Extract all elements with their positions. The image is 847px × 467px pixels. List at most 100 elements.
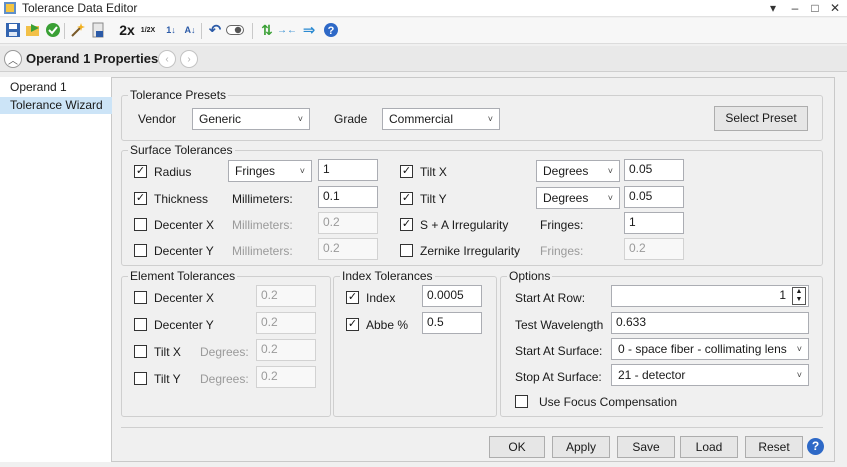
element-decenter-x-checkbox[interactable] <box>134 291 147 304</box>
minimize-button[interactable]: – <box>786 0 804 17</box>
element-tilt-x-checkbox[interactable] <box>134 345 147 358</box>
element-tilt-x-value-field[interactable]: 0.2 <box>256 339 316 361</box>
next-operand-button[interactable]: › <box>180 50 198 68</box>
radius-checkbox[interactable]: ✓ <box>134 165 147 178</box>
toolbar: 2x 1/2X 1↓ A↓ ↶ ⇅ →← ⇒ ? <box>0 18 847 44</box>
element-tilt-y-checkbox[interactable] <box>134 372 147 385</box>
abbe-value-field[interactable]: 0.5 <box>422 312 482 334</box>
maximize-button[interactable]: □ <box>806 0 824 17</box>
ok-button[interactable]: OK <box>489 436 545 458</box>
svg-text:?: ? <box>328 25 335 37</box>
focus-compensation-label: Use Focus Compensation <box>539 395 678 409</box>
help-icon[interactable]: ? <box>322 21 340 39</box>
load-button[interactable]: Load <box>680 436 738 458</box>
element-decenter-y-value-field[interactable]: 0.2 <box>256 312 316 334</box>
help-icon[interactable]: ? <box>807 438 824 455</box>
index-checkbox[interactable]: ✓ <box>346 291 359 304</box>
test-wavelength-field[interactable]: 0.633 <box>611 312 809 334</box>
document-icon[interactable] <box>89 21 107 39</box>
chevron-down-icon: ˅ <box>796 344 802 354</box>
zernike-irregularity-checkbox[interactable] <box>400 244 413 257</box>
element-tilt-y-unit-label: Degrees: <box>200 372 249 386</box>
zoom-half-button[interactable]: 1/2X <box>139 21 157 39</box>
radius-value-field[interactable]: 1 <box>318 159 378 181</box>
menu-dropdown-icon[interactable]: ▾ <box>764 0 782 17</box>
chevron-down-icon: ˅ <box>607 193 613 203</box>
sort-ascending-icon[interactable]: 1↓ <box>162 21 180 39</box>
list-item-tolerance-wizard[interactable]: Tolerance Wizard <box>0 97 112 114</box>
wizard-icon[interactable] <box>69 21 87 39</box>
index-label: Index <box>366 291 396 305</box>
zoom-2x-button[interactable]: 2x <box>116 21 138 39</box>
tolerance-presets-group: Tolerance Presets Vendor Generic ˅ Grade … <box>121 88 823 141</box>
abbe-checkbox[interactable]: ✓ <box>346 318 359 331</box>
sa-irregularity-unit-label: Fringes: <box>540 218 584 232</box>
sa-irregularity-label: S + A Irregularity <box>420 218 509 232</box>
toggle-icon[interactable] <box>226 21 244 39</box>
sa-irregularity-checkbox[interactable]: ✓ <box>400 218 413 231</box>
element-tilt-x-label: Tilt X <box>154 345 181 359</box>
open-icon[interactable] <box>24 21 42 39</box>
grade-dropdown[interactable]: Commercial ˅ <box>382 108 500 130</box>
tilt-y-unit-dropdown[interactable]: Degrees ˅ <box>536 187 620 209</box>
element-tolerances-group: Element Tolerances Decenter X 0.2 Decent… <box>121 269 331 417</box>
decenter-x-label: Decenter X <box>154 218 215 232</box>
undo-arrow-icon[interactable]: ↶ <box>206 21 224 39</box>
start-surface-dropdown[interactable]: 0 - space fiber - collimating lens ˅ <box>611 338 809 360</box>
save-icon[interactable] <box>4 21 22 39</box>
element-decenter-y-checkbox[interactable] <box>134 318 147 331</box>
spin-up-down-icon[interactable]: ▲ ▼ <box>792 287 806 305</box>
collapse-arrows-icon[interactable]: →← <box>277 21 297 39</box>
decenter-y-value-field[interactable]: 0.2 <box>318 238 378 260</box>
stop-surface-label: Stop At Surface: <box>515 370 602 384</box>
sa-irregularity-value-field[interactable]: 1 <box>624 212 684 234</box>
save-button[interactable]: Save <box>617 436 675 458</box>
decenter-x-checkbox[interactable] <box>134 218 147 231</box>
reset-button[interactable]: Reset <box>745 436 803 458</box>
decenter-y-label: Decenter Y <box>154 244 214 258</box>
test-wavelength-label: Test Wavelength <box>515 318 604 332</box>
vendor-dropdown[interactable]: Generic ˅ <box>192 108 310 130</box>
tilt-x-unit-dropdown[interactable]: Degrees ˅ <box>536 160 620 182</box>
element-tilt-x-unit-label: Degrees: <box>200 345 249 359</box>
swap-icon[interactable]: ⇅ <box>258 21 276 39</box>
toolbar-separator <box>252 23 253 39</box>
tilt-x-value-field[interactable]: 0.05 <box>624 159 684 181</box>
element-tilt-y-value-field[interactable]: 0.2 <box>256 366 316 388</box>
tilt-x-checkbox[interactable]: ✓ <box>400 165 413 178</box>
collapse-chevron-icon[interactable]: ︿ <box>4 50 22 68</box>
chevron-down-icon: ˅ <box>796 370 802 380</box>
tilt-y-label: Tilt Y <box>420 192 447 206</box>
forward-arrow-icon[interactable]: ⇒ <box>300 21 318 39</box>
zernike-irregularity-value-field[interactable]: 0.2 <box>624 238 684 260</box>
index-tolerances-group: Index Tolerances ✓ Index 0.0005 ✓ Abbe %… <box>333 269 497 417</box>
close-button[interactable]: ✕ <box>826 0 844 17</box>
previous-operand-button[interactable]: ‹ <box>158 50 176 68</box>
apply-button[interactable]: Apply <box>552 436 610 458</box>
focus-compensation-checkbox[interactable] <box>515 395 528 408</box>
start-row-label: Start At Row: <box>515 291 586 305</box>
select-preset-button[interactable]: Select Preset <box>714 106 808 131</box>
radius-unit-dropdown[interactable]: Fringes ˅ <box>228 160 312 182</box>
start-row-spinner[interactable]: 1 <box>611 285 809 307</box>
group-title: Index Tolerances <box>340 269 435 283</box>
group-title: Surface Tolerances <box>128 143 235 157</box>
tolerance-wizard-panel: Tolerance Presets Vendor Generic ˅ Grade … <box>112 77 835 462</box>
tilt-y-value-field[interactable]: 0.05 <box>624 186 684 208</box>
index-value-field[interactable]: 0.0005 <box>422 285 482 307</box>
tilt-y-checkbox[interactable]: ✓ <box>400 192 413 205</box>
stop-surface-dropdown[interactable]: 21 - detector ˅ <box>611 364 809 386</box>
thickness-checkbox[interactable]: ✓ <box>134 192 147 205</box>
sort-alpha-icon[interactable]: A↓ <box>181 21 199 39</box>
decenter-x-value-field[interactable]: 0.2 <box>318 212 378 234</box>
chevron-down-icon: ˅ <box>487 114 493 124</box>
list-item-operand-1[interactable]: Operand 1 <box>0 79 112 96</box>
check-icon[interactable] <box>44 21 62 39</box>
thickness-unit-label: Millimeters: <box>232 192 293 206</box>
thickness-value-field[interactable]: 0.1 <box>318 186 378 208</box>
element-decenter-x-value-field[interactable]: 0.2 <box>256 285 316 307</box>
abbe-label: Abbe % <box>366 318 409 332</box>
decenter-y-checkbox[interactable] <box>134 244 147 257</box>
group-title: Tolerance Presets <box>128 88 229 102</box>
group-title: Element Tolerances <box>128 269 238 283</box>
